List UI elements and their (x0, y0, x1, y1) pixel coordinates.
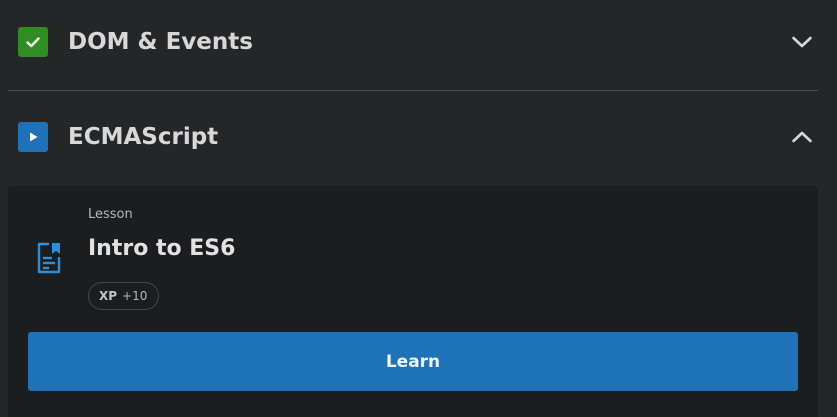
play-icon (18, 122, 48, 152)
lesson-type-label: Lesson (88, 207, 133, 222)
xp-badge: XP +10 (88, 282, 160, 310)
check-icon (18, 27, 48, 57)
section-title: DOM & Events (68, 29, 253, 55)
lesson-card: Lesson Intro to ES6 XP +10 Learn (8, 186, 818, 417)
section-title: ECMAScript (68, 124, 219, 150)
section-divider (8, 90, 818, 91)
learn-button[interactable]: Learn (28, 332, 798, 391)
lesson-title: Intro to ES6 (88, 236, 236, 261)
document-bookmark-icon (34, 240, 64, 276)
chevron-up-icon[interactable] (788, 123, 816, 151)
chevron-down-icon[interactable] (788, 28, 816, 56)
xp-value: +10 (122, 289, 148, 303)
section-header-ecmascript[interactable]: ECMAScript (8, 92, 818, 182)
course-module-list: DOM & Events ECMAScript Lesson Intro to … (0, 0, 837, 417)
section-header-dom-events[interactable]: DOM & Events (8, 0, 818, 87)
xp-label: XP (99, 289, 118, 303)
